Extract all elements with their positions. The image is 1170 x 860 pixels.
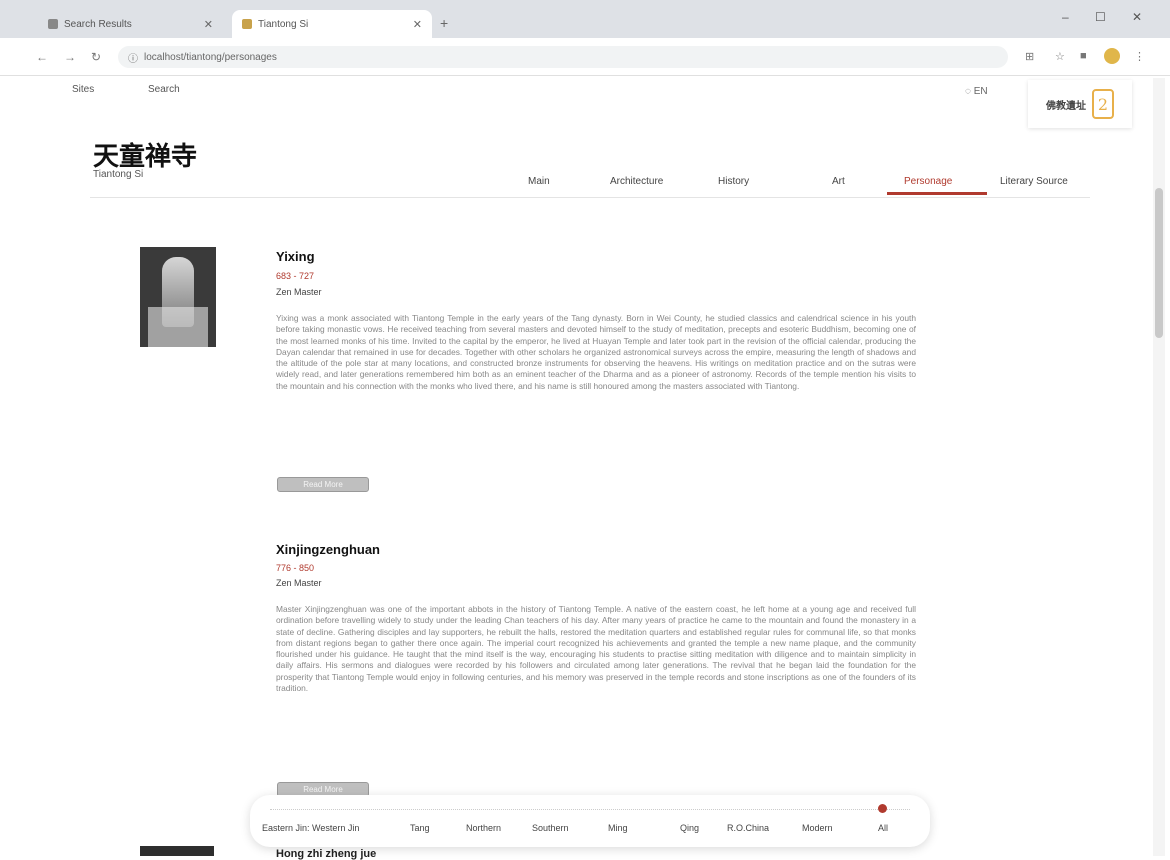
tab-label: Search Results (64, 18, 132, 30)
timeline-item[interactable]: R.O.China (727, 823, 769, 833)
entry-role: Zen Master (276, 578, 322, 588)
scrollbar-thumb[interactable] (1155, 188, 1163, 338)
browser-tab-search[interactable]: Search Results ✕ (38, 10, 223, 38)
timeline-item[interactable]: Qing (680, 823, 699, 833)
browser-tab-bar: Search Results ✕ Tiantong Si ✕ + – ☐ ✕ (0, 0, 1170, 38)
tab-art[interactable]: Art (832, 176, 845, 187)
page-title: 天童禅寺 (93, 142, 198, 172)
close-icon[interactable]: ✕ (204, 18, 213, 31)
page-favicon-icon (48, 19, 58, 29)
dynasty-timeline: Eastern Jin: Western Jin Tang Northern S… (250, 795, 930, 847)
entry-name: Xinjingzenghuan (276, 542, 380, 557)
language-switch[interactable]: ◌ EN (965, 86, 988, 97)
more-menu-icon[interactable]: ⋮ (1134, 50, 1145, 63)
info-icon[interactable]: ⓘ (128, 50, 138, 65)
timeline-item[interactable]: Modern (802, 823, 833, 833)
timeline-item[interactable]: Southern (532, 823, 569, 833)
address-text: localhost/tiantong/personages (144, 51, 277, 63)
entry-name: Yixing (276, 249, 315, 264)
nav-search-link[interactable]: Search (148, 84, 180, 95)
page-scrollbar[interactable] (1153, 78, 1165, 856)
timeline-marker-icon (878, 804, 887, 813)
section-tabs: Main Architecture History Art Personage … (90, 172, 1090, 198)
minimize-icon[interactable]: – (1062, 10, 1069, 24)
close-window-icon[interactable]: ✕ (1132, 10, 1142, 24)
nav-sites-link[interactable]: Sites (72, 84, 94, 95)
entry-role: Zen Master (276, 287, 322, 297)
entry-biography: Yixing was a monk associated with Tianto… (276, 313, 916, 391)
extensions-puzzle-icon[interactable]: ■ (1080, 50, 1087, 62)
brand-mark-icon: 2 (1092, 89, 1114, 119)
timeline-item-selected[interactable]: All (878, 823, 888, 833)
timeline-item[interactable]: Tang (410, 823, 430, 833)
tab-main[interactable]: Main (528, 176, 550, 187)
entry-years: 776 - 850 (276, 563, 315, 573)
site-favicon-icon (242, 19, 252, 29)
read-more-button[interactable]: Read More (277, 477, 369, 492)
timeline-item[interactable]: Eastern Jin: Western Jin (262, 823, 359, 833)
brand-text: 佛教遺址 (1046, 100, 1086, 112)
forward-icon[interactable]: → (64, 50, 76, 64)
timeline-item[interactable]: Northern (466, 823, 501, 833)
site-top-nav: Sites Search (0, 78, 1170, 108)
close-icon[interactable]: ✕ (413, 18, 422, 31)
profile-avatar[interactable] (1104, 48, 1120, 64)
portrait-image (140, 846, 214, 856)
entry-biography: Master Xinjingzenghuan was one of the im… (276, 604, 916, 694)
timeline-track (270, 809, 910, 810)
address-bar[interactable]: ⓘ localhost/tiantong/personages (118, 46, 1008, 68)
portrait-image (140, 247, 216, 347)
maximize-icon[interactable]: ☐ (1095, 10, 1106, 24)
reload-icon[interactable]: ↻ (91, 50, 101, 64)
brand-logo[interactable]: 佛教遺址 2 (1028, 80, 1132, 128)
entry-name: Hong zhi zheng jue (276, 848, 377, 860)
active-tab-indicator (887, 192, 987, 195)
bookmark-star-icon[interactable]: ☆ (1055, 50, 1065, 63)
back-icon[interactable]: ← (36, 50, 48, 64)
timeline-item[interactable]: Ming (608, 823, 628, 833)
browser-toolbar: ← → ↻ ⓘ localhost/tiantong/personages ⊞ … (0, 38, 1170, 76)
tab-personage[interactable]: Personage (904, 176, 952, 187)
globe-icon: ◌ (965, 86, 971, 97)
tab-architecture[interactable]: Architecture (610, 176, 663, 187)
tab-label: Tiantong Si (258, 18, 309, 30)
tab-literary-source[interactable]: Literary Source (1000, 176, 1068, 187)
extension-icon[interactable]: ⊞ (1025, 50, 1034, 63)
tab-history[interactable]: History (718, 176, 749, 187)
language-label: EN (973, 86, 988, 97)
browser-tab-tiantong[interactable]: Tiantong Si ✕ (232, 10, 432, 38)
entry-years: 683 - 727 (276, 271, 315, 281)
new-tab-icon[interactable]: + (440, 15, 448, 31)
